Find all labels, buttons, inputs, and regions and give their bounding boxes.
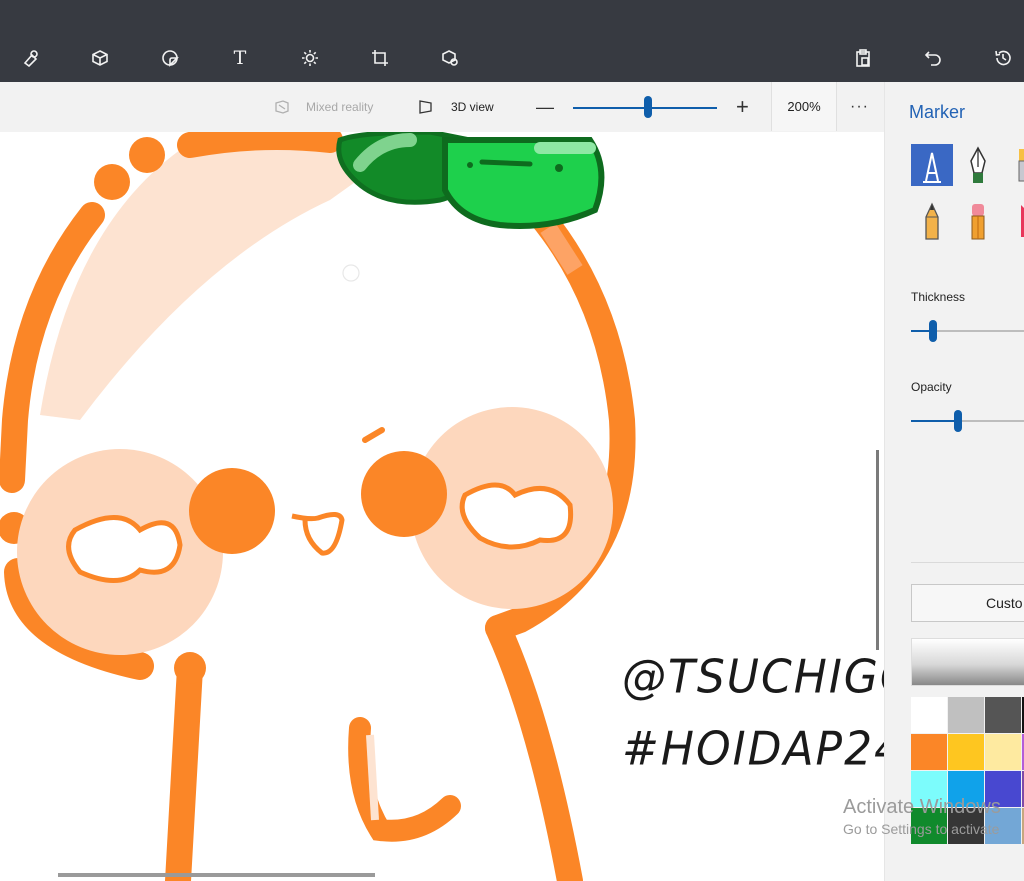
color-swatch[interactable] [948,697,984,733]
brushes-panel: Marker Thickness Opacity Custo [884,82,1024,881]
marker-icon [923,152,941,183]
head-top-outline [177,132,343,158]
dot-1 [129,137,165,173]
undo-icon[interactable] [922,47,944,69]
3d-view-button[interactable]: 3D view [418,82,494,132]
stickers-icon[interactable] [159,47,181,69]
body-left-line [165,655,203,881]
zoom-percentage[interactable]: 200% [771,82,837,131]
vertical-scrollbar[interactable] [876,450,879,650]
opacity-slider-thumb[interactable] [953,410,962,432]
color-swatch[interactable] [911,697,947,733]
eraser-brush[interactable] [957,200,999,242]
brush-cursor [342,264,360,282]
brushes-icon[interactable] [20,47,42,69]
brow-mark [362,427,385,443]
panel-title: Marker [909,102,966,122]
add-custom-color-button[interactable]: Custo [911,584,1024,622]
color-swatch[interactable] [985,771,1021,807]
top-toolbar: T [0,0,1024,82]
head-shading [40,135,400,420]
cheek-right-mark [459,482,574,550]
panel-divider [911,562,1024,563]
mixed-reality-label: Mixed reality [306,100,374,114]
3d-view-label: 3D view [451,100,494,114]
thickness-label: Thickness [911,290,966,304]
oil-brush-icon [1018,149,1024,182]
mixed-reality-button[interactable]: Mixed reality [274,82,373,132]
3d-shapes-icon[interactable] [89,47,111,69]
eye-right [361,451,447,537]
color-swatch[interactable] [911,771,947,807]
mouth [291,512,345,556]
marker-brush[interactable] [911,144,953,186]
text-tool-icon[interactable]: T [229,47,251,69]
color-swatch[interactable] [911,734,947,770]
opacity-label: Opacity [911,380,952,394]
zoom-slider-thumb[interactable] [644,96,652,118]
color-gradient-preview[interactable] [911,638,1024,686]
history-icon[interactable] [992,47,1014,69]
thickness-slider-thumb[interactable] [928,320,937,342]
custom-color-label: Custo [986,595,1023,611]
color-swatch[interactable] [948,808,984,844]
color-swatch[interactable] [985,697,1021,733]
3d-library-icon[interactable] [439,47,461,69]
dot-4 [174,652,206,684]
handle-text-line-2: #HOIDAP24 [622,722,884,777]
canvas-icon[interactable] [369,47,391,69]
zoom-in-button[interactable]: + [736,82,749,132]
view-bar: Mixed reality 3D view — + ··· [0,82,884,133]
handle-text-line-1: @TSUCHIGC [622,650,884,705]
color-swatch[interactable] [985,808,1021,844]
pencil-brush[interactable] [911,200,953,242]
dot-2 [94,164,130,200]
zoom-slider[interactable] [573,96,717,118]
leaf-mark [479,159,533,167]
effects-icon[interactable] [299,47,321,69]
crayon-icon [1021,205,1024,237]
pencil-icon [925,202,939,240]
leaf-dot [555,164,563,172]
body-right-line [485,615,583,881]
zoom-out-button[interactable]: — [536,82,554,132]
thickness-slider[interactable] [911,320,1024,342]
color-swatch[interactable] [911,808,947,844]
more-options-button[interactable]: ··· [850,82,869,132]
color-swatch[interactable] [948,771,984,807]
drawing-canvas[interactable]: @TSUCHIGC #HOIDAP24 [0,132,884,881]
opacity-slider[interactable] [911,410,1024,432]
paste-icon[interactable] [852,47,874,69]
crayon-brush[interactable] [1003,200,1024,242]
oil-brush[interactable] [1003,144,1024,186]
eraser-icon [971,204,985,240]
cheek-left-mark [66,515,183,583]
calligraphy-pen-brush[interactable] [957,144,999,186]
leaf-dot-2 [467,162,473,168]
highlight-right [540,223,583,275]
color-swatch[interactable] [948,734,984,770]
color-swatch[interactable] [985,734,1021,770]
hand-highlight [366,734,379,821]
calligraphy-pen-icon [970,146,986,183]
eye-left [189,468,275,554]
horizontal-scrollbar[interactable] [58,873,375,877]
